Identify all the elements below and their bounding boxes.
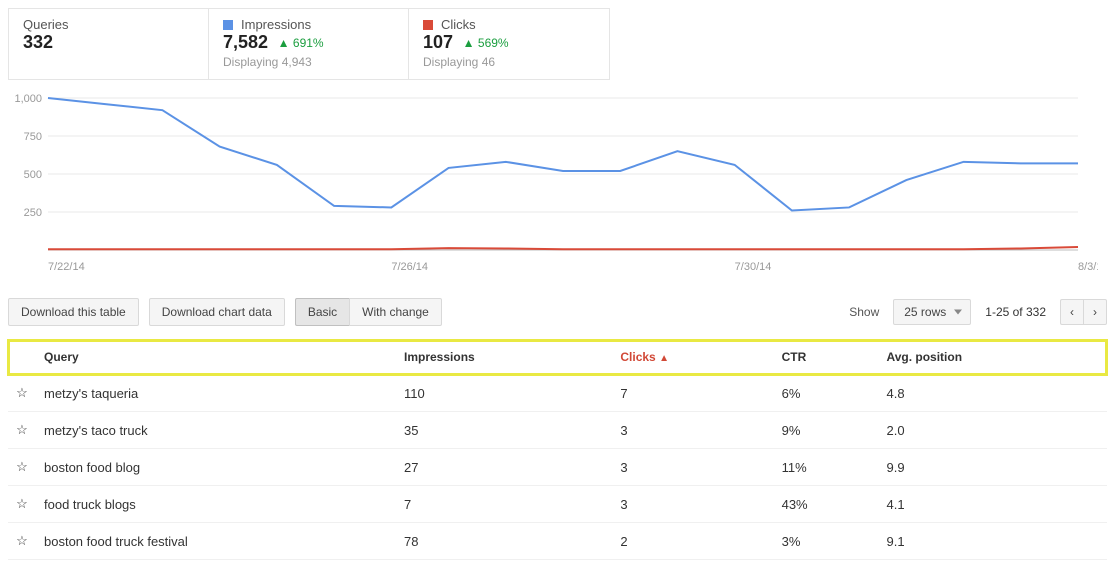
view-toggle: Basic With change <box>295 298 442 326</box>
cell-avg: 9.1 <box>878 523 1107 560</box>
cell-avg: 9.9 <box>878 449 1107 486</box>
pagination-range: 1-25 of 332 <box>985 305 1046 319</box>
svg-text:1,000: 1,000 <box>14 93 42 105</box>
stat-clicks-value: 107 <box>423 32 453 53</box>
square-icon-blue <box>223 20 233 30</box>
cell-impressions: 78 <box>396 523 612 560</box>
star-icon[interactable]: ☆ <box>8 523 36 560</box>
stat-impressions-label: Impressions <box>223 17 388 32</box>
cell-impressions: 110 <box>396 375 612 412</box>
with-change-button[interactable]: With change <box>349 298 442 326</box>
table-row: ☆food truck blogs7343%4.1 <box>8 486 1107 523</box>
table-toolbar: Download this table Download chart data … <box>8 298 1107 326</box>
svg-text:750: 750 <box>24 131 42 143</box>
basic-button[interactable]: Basic <box>295 298 349 326</box>
col-header-star <box>8 340 36 375</box>
col-header-impressions[interactable]: Impressions <box>396 340 612 375</box>
next-page-button[interactable]: › <box>1083 299 1107 325</box>
table-header-row: Query Impressions Clicks ▲ CTR Avg. posi… <box>8 340 1107 375</box>
cell-query: boston food truck festival <box>36 523 396 560</box>
stat-impressions-change: ▲ 691% <box>278 36 324 50</box>
star-icon[interactable]: ☆ <box>8 412 36 449</box>
cell-query: metzy's taqueria <box>36 375 396 412</box>
chevron-left-icon: ‹ <box>1070 305 1074 319</box>
show-label: Show <box>849 305 879 319</box>
square-icon-red <box>423 20 433 30</box>
cell-clicks: 3 <box>612 449 773 486</box>
cell-ctr: 3% <box>774 523 879 560</box>
table-row: ☆metzy's taqueria11076%4.8 <box>8 375 1107 412</box>
svg-text:7/30/14: 7/30/14 <box>735 261 772 273</box>
stats-row: Queries 332 Impressions 7,582 ▲ 691% Dis… <box>8 8 610 80</box>
col-header-avg[interactable]: Avg. position <box>878 340 1107 375</box>
cell-ctr: 9% <box>774 412 879 449</box>
svg-text:7/22/14: 7/22/14 <box>48 261 85 273</box>
cell-query: food truck blogs <box>36 486 396 523</box>
download-chart-button[interactable]: Download chart data <box>149 298 285 326</box>
table-row: ☆boston food truck festival7823%9.1 <box>8 523 1107 560</box>
download-table-button[interactable]: Download this table <box>8 298 139 326</box>
queries-table: Query Impressions Clicks ▲ CTR Avg. posi… <box>8 340 1107 560</box>
rows-select[interactable]: 25 rows <box>893 299 971 325</box>
cell-query: boston food blog <box>36 449 396 486</box>
star-icon[interactable]: ☆ <box>8 375 36 412</box>
cell-ctr: 11% <box>774 449 879 486</box>
sort-asc-icon: ▲ <box>659 353 669 364</box>
cell-ctr: 43% <box>774 486 879 523</box>
cell-avg: 2.0 <box>878 412 1107 449</box>
svg-text:8/3/14: 8/3/14 <box>1078 261 1098 273</box>
cell-ctr: 6% <box>774 375 879 412</box>
star-icon[interactable]: ☆ <box>8 449 36 486</box>
prev-page-button[interactable]: ‹ <box>1060 299 1083 325</box>
stat-impressions-sub: Displaying 4,943 <box>223 55 388 69</box>
col-header-clicks[interactable]: Clicks ▲ <box>612 340 773 375</box>
cell-clicks: 2 <box>612 523 773 560</box>
svg-text:7/26/14: 7/26/14 <box>391 261 428 273</box>
cell-clicks: 3 <box>612 486 773 523</box>
col-header-query[interactable]: Query <box>36 340 396 375</box>
chevron-right-icon: › <box>1093 305 1097 319</box>
table-row: ☆boston food blog27311%9.9 <box>8 449 1107 486</box>
stat-queries-value: 332 <box>23 32 53 53</box>
stat-queries: Queries 332 <box>9 9 209 79</box>
stat-clicks[interactable]: Clicks 107 ▲ 569% Displaying 46 <box>409 9 609 79</box>
svg-text:250: 250 <box>24 207 42 219</box>
stat-impressions[interactable]: Impressions 7,582 ▲ 691% Displaying 4,94… <box>209 9 409 79</box>
stat-clicks-sub: Displaying 46 <box>423 55 589 69</box>
col-header-ctr[interactable]: CTR <box>774 340 879 375</box>
cell-impressions: 7 <box>396 486 612 523</box>
cell-clicks: 3 <box>612 412 773 449</box>
cell-impressions: 35 <box>396 412 612 449</box>
stat-clicks-label: Clicks <box>423 17 589 32</box>
stat-clicks-change: ▲ 569% <box>463 36 509 50</box>
pager: ‹ › <box>1060 299 1107 325</box>
cell-avg: 4.8 <box>878 375 1107 412</box>
cell-avg: 4.1 <box>878 486 1107 523</box>
stat-queries-label: Queries <box>23 17 188 32</box>
chart: 1,000 750 500 250 7/22/14 7/26/14 7/30/14 8/3/1… <box>8 90 1107 280</box>
star-icon[interactable]: ☆ <box>8 486 36 523</box>
svg-text:500: 500 <box>24 169 42 181</box>
table-row: ☆metzy's taco truck3539%2.0 <box>8 412 1107 449</box>
chart-svg: 1,000 750 500 250 7/22/14 7/26/14 7/30/14 8/3/1… <box>8 90 1098 280</box>
cell-clicks: 7 <box>612 375 773 412</box>
cell-query: metzy's taco truck <box>36 412 396 449</box>
cell-impressions: 27 <box>396 449 612 486</box>
stat-impressions-value: 7,582 <box>223 32 268 53</box>
